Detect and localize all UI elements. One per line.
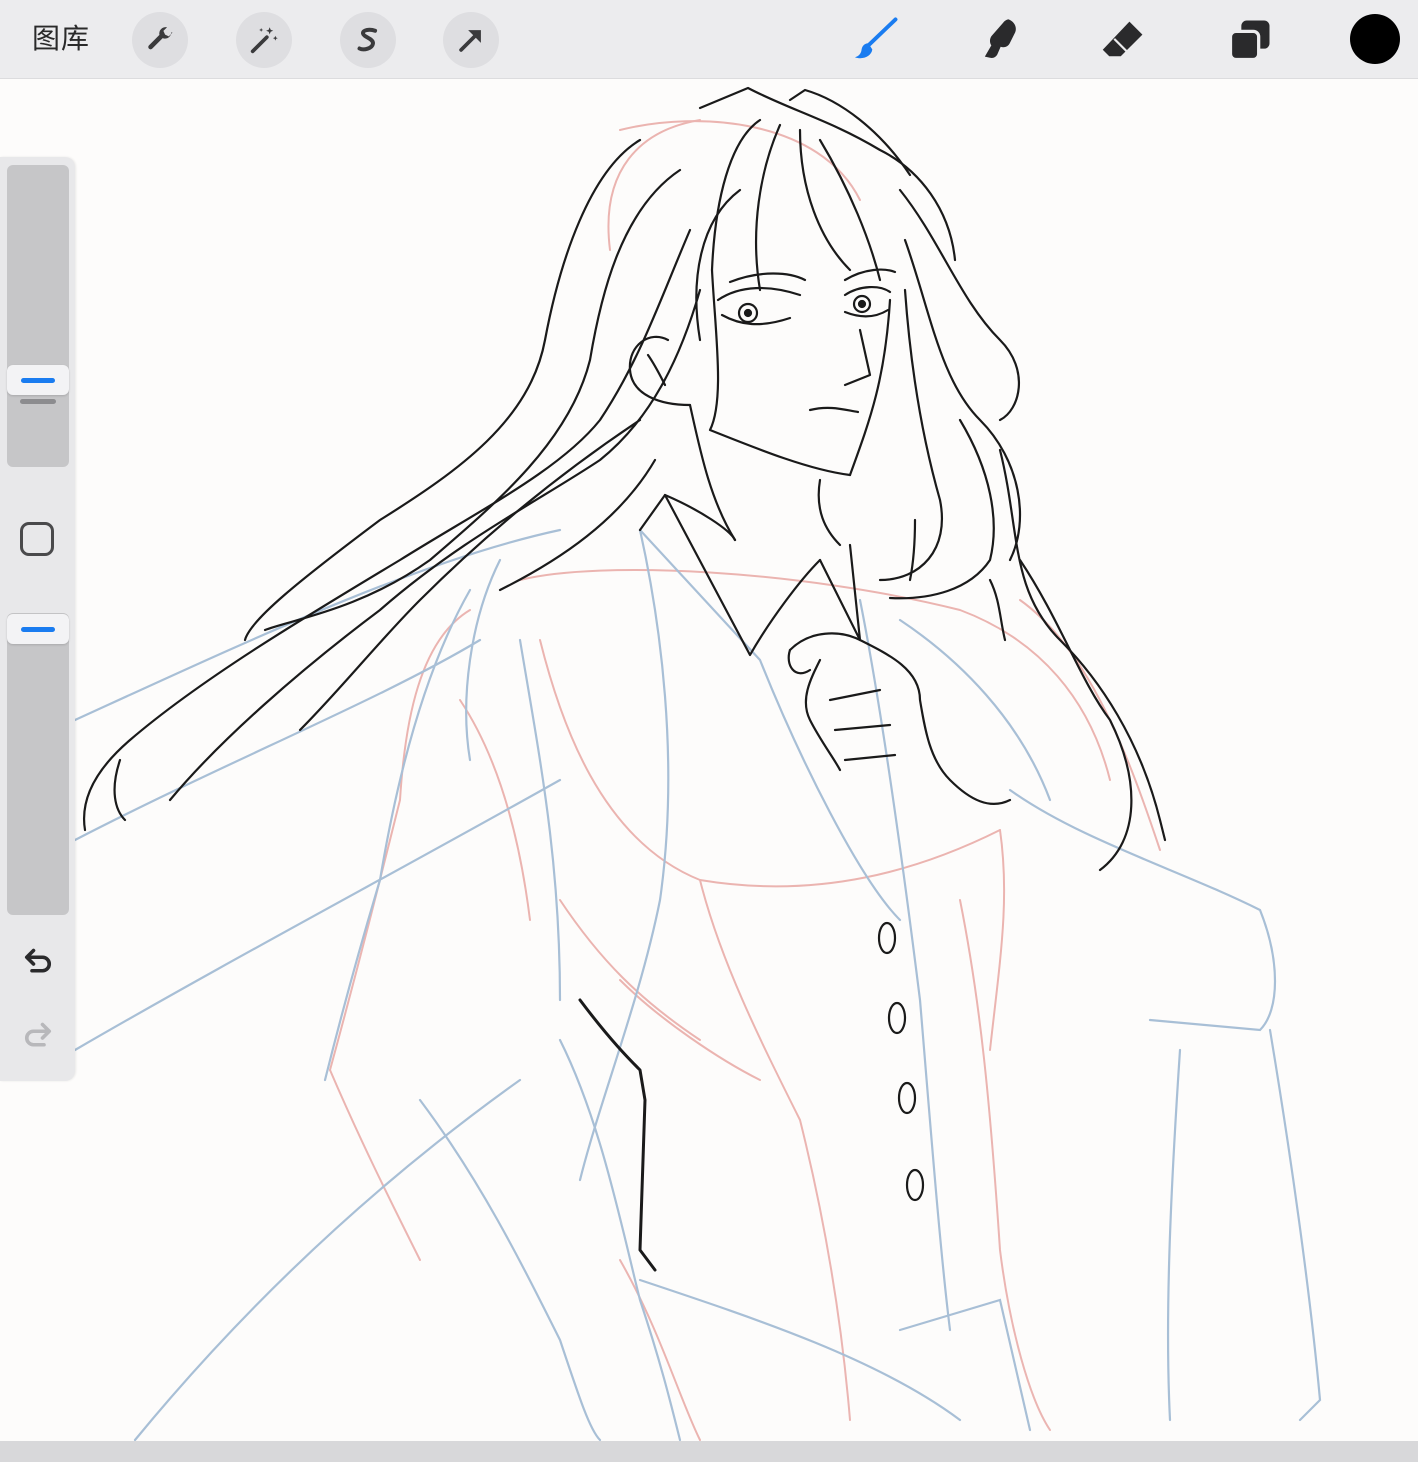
brush-size-marker [20,399,56,404]
color-swatch[interactable] [1350,14,1400,64]
selection-s-icon [357,27,378,52]
arrow-cursor-icon [459,30,481,52]
brush-size-slider[interactable] [7,165,69,467]
layers-button[interactable] [1222,12,1278,68]
brush-icon [854,17,898,59]
opacity-handle[interactable] [7,614,69,644]
eraser-button[interactable] [1096,12,1152,68]
wrench-icon [148,27,173,50]
actions-button[interactable] [132,12,188,68]
bottom-bar [0,1441,1418,1462]
transform-button[interactable] [443,12,499,68]
smudge-icon [984,19,1016,59]
smudge-button[interactable] [972,12,1028,68]
sketch-artwork [73,86,1322,1441]
brush-button[interactable] [848,12,904,68]
brush-size-handle[interactable] [7,365,69,395]
gallery-button[interactable]: 图库 [32,20,90,58]
layers-icon [1228,20,1270,62]
undo-button[interactable] [18,941,58,981]
top-toolbar: 图库 [0,0,1418,79]
opacity-slider[interactable] [7,613,69,915]
sidebar [0,157,75,1081]
drawing-canvas[interactable] [0,79,1418,1441]
selection-button[interactable] [340,12,396,68]
eraser-icon [1102,21,1143,57]
redo-button[interactable] [18,1015,58,1055]
adjustments-button[interactable] [236,12,292,68]
redo-icon [24,1022,52,1047]
magic-wand-icon [250,27,278,54]
square-modifier-icon[interactable] [20,522,54,556]
undo-icon [24,948,52,973]
